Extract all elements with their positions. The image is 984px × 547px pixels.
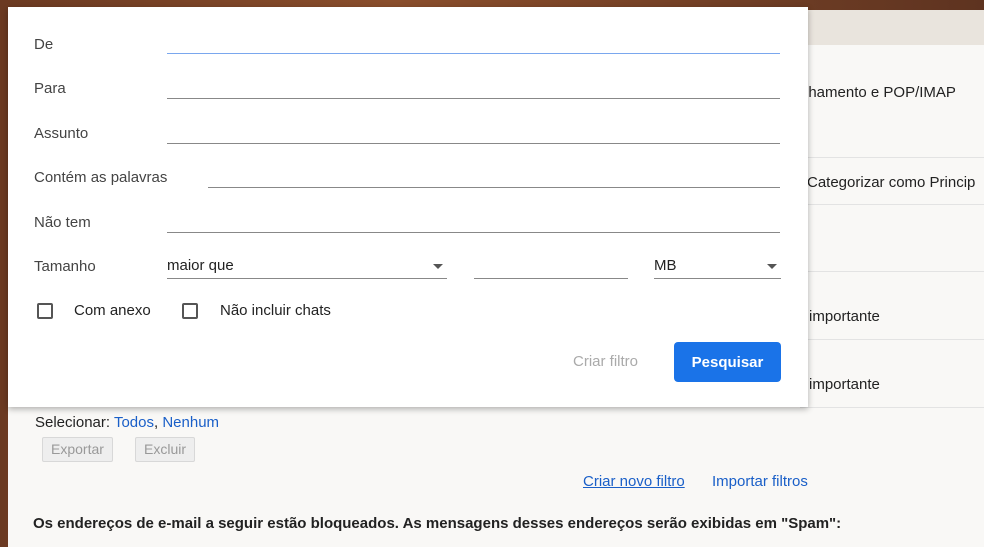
size-label: Tamanho [34,258,96,275]
select-row: Selecionar: Todos, Nenhum [35,414,220,431]
filter-row: importante [800,340,984,408]
filter-row: Categorizar como Princip [800,158,984,205]
search-button[interactable]: Pesquisar [674,342,781,382]
size-operator-select[interactable]: maior que [167,257,447,279]
has-attachment-checkbox[interactable] [37,303,53,319]
filter-action-text: importante [809,308,880,325]
search-options-dialog: De Para Assunto Contém as palavras Não t… [8,7,808,407]
exclude-chats-label: Não incluir chats [220,302,331,319]
filter-action-text: Categorizar como Princip [807,174,976,191]
create-new-filter-link[interactable]: Criar novo filtro [583,473,685,490]
export-button[interactable]: Exportar [42,437,113,462]
select-label: Selecionar: [35,414,111,431]
exclude-chats-checkbox[interactable] [182,303,198,319]
doesnt-have-input[interactable] [167,232,780,233]
dropdown-arrow-icon [767,264,777,269]
size-unit-select[interactable]: MB [654,257,781,279]
filter-row [800,205,984,272]
header-panel [780,10,984,45]
delete-button[interactable]: Excluir [135,437,196,462]
size-value-input[interactable] [474,257,628,279]
to-input[interactable] [167,98,780,99]
import-filters-link[interactable]: Importar filtros [712,473,808,490]
has-words-label: Contém as palavras [34,169,168,186]
select-none-link[interactable]: Nenhum [162,414,219,431]
filter-row: importante [800,272,984,340]
dropdown-arrow-icon [433,264,443,269]
select-all-link[interactable]: Todos [114,414,154,431]
to-label: Para [34,80,66,97]
create-filter-button[interactable]: Criar filtro [573,353,638,370]
has-words-input[interactable] [208,187,780,188]
subject-label: Assunto [34,125,89,142]
has-attachment-label: Com anexo [74,302,151,319]
subject-input[interactable] [167,143,780,144]
blocked-notice: Os endereços de e-mail a seguir estão bl… [33,515,842,532]
size-operator-value: maior que [167,257,234,274]
filter-action-text: importante [809,376,880,393]
tab-label: nhamento e POP/IMAP [800,84,956,101]
from-label: De [34,36,54,53]
size-unit-value: MB [654,257,677,274]
from-input[interactable] [167,53,780,54]
doesnt-have-label: Não tem [34,214,91,231]
settings-tab-forwarding[interactable]: nhamento e POP/IMAP [800,84,984,158]
